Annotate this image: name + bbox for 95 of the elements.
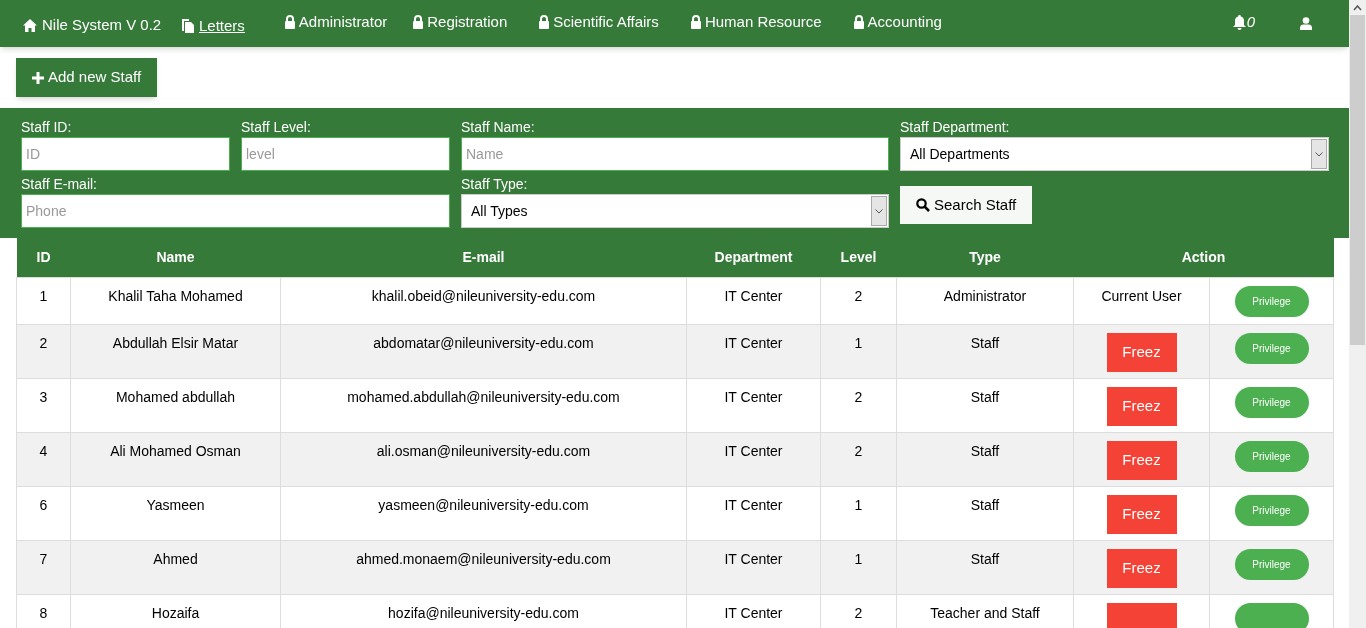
- notifications-link[interactable]: 0: [1231, 11, 1255, 34]
- privilege-button[interactable]: Privilege: [1234, 494, 1309, 526]
- table-cell: Staff: [896, 432, 1074, 486]
- privilege-button[interactable]: Privilege: [1234, 548, 1309, 580]
- nav-link[interactable]: Scientific Affairs: [538, 11, 659, 34]
- scroll-up-icon[interactable]: [1353, 5, 1362, 11]
- table-cell: Staff: [896, 540, 1074, 594]
- table-cell: 3: [16, 378, 71, 432]
- table-cell: 4: [16, 432, 71, 486]
- scrollbar[interactable]: [1349, 0, 1366, 628]
- brand-link[interactable]: Nile System V 0.2: [23, 14, 182, 37]
- table-cell: Ahmed: [70, 540, 281, 594]
- select-field[interactable]: All Departments: [900, 137, 1329, 171]
- input-field[interactable]: Name: [461, 137, 889, 171]
- table-cell: Khalil Taha Mohamed: [70, 277, 281, 324]
- column-header: Type: [896, 238, 1074, 277]
- lock-icon: [538, 15, 551, 30]
- table-cell: IT Center: [686, 324, 821, 378]
- lock-icon: [689, 15, 702, 30]
- freeze-button[interactable]: Freez: [1106, 440, 1177, 480]
- table-cell: khalil.obeid@nileuniversity-edu.com: [280, 277, 687, 324]
- privilege-button[interactable]: Privilege: [1234, 332, 1309, 364]
- privilege-button[interactable]: Privilege: [1234, 386, 1309, 418]
- column-header: Name: [70, 238, 281, 277]
- chevron-down-icon: [875, 208, 883, 214]
- table-cell: 2: [820, 378, 897, 432]
- table-cell: yasmeen@nileuniversity-edu.com: [280, 486, 687, 540]
- nav-link[interactable]: Registration: [412, 11, 508, 34]
- table-cell: IT Center: [686, 486, 821, 540]
- privilege-button[interactable]: Privilege: [1234, 285, 1309, 317]
- privilege-button[interactable]: Privilege: [1234, 440, 1309, 472]
- field-label: Staff Type:: [461, 175, 529, 194]
- table-cell: Mohamed abdullah: [70, 378, 281, 432]
- table-cell: Staff: [896, 486, 1074, 540]
- column-header: Level: [820, 238, 897, 277]
- search-icon: [916, 198, 930, 212]
- table-cell: 1: [820, 324, 897, 378]
- nav-link[interactable]: Human Resource: [689, 11, 822, 34]
- column-header: Department: [686, 238, 821, 277]
- freeze-button[interactable]: Freez: [1106, 332, 1177, 372]
- field-label: Staff ID:: [21, 118, 73, 137]
- table-cell: mohamed.abdullah@nileuniversity-edu.com: [280, 378, 687, 432]
- search-button[interactable]: Search Staff: [900, 186, 1033, 224]
- table-cell: IT Center: [686, 277, 821, 324]
- freeze-button[interactable]: Freez: [1106, 494, 1177, 534]
- freeze-button[interactable]: Freez: [1106, 386, 1177, 426]
- table-cell: abdomatar@nileuniversity-edu.com: [280, 324, 687, 378]
- table-cell: IT Center: [686, 432, 821, 486]
- select-field[interactable]: All Types: [461, 194, 889, 228]
- add-staff-button[interactable]: Add new Staff: [16, 58, 158, 97]
- lock-icon: [412, 15, 425, 30]
- current-user-label: Current User: [1100, 286, 1183, 305]
- input-field[interactable]: Phone: [21, 194, 450, 228]
- nav-link[interactable]: Accounting: [852, 11, 942, 34]
- table-cell: 1: [820, 540, 897, 594]
- bell-icon: [1231, 14, 1247, 30]
- table-cell: 2: [16, 324, 71, 378]
- table-cell: 1: [820, 486, 897, 540]
- column-header: E-mail: [280, 238, 687, 277]
- table-cell: 2: [820, 432, 897, 486]
- table-cell: Administrator: [896, 277, 1074, 324]
- table-cell: 8: [16, 594, 71, 628]
- nav-link[interactable]: Administrator: [283, 11, 388, 34]
- table-cell: ahmed.monaem@nileuniversity-edu.com: [280, 540, 687, 594]
- home-icon: [23, 18, 37, 32]
- column-header: Action: [1073, 238, 1334, 277]
- freeze-button[interactable]: Freez: [1106, 548, 1177, 588]
- column-header: ID: [16, 238, 71, 277]
- user-icon[interactable]: [1300, 17, 1312, 30]
- table-cell: Staff: [896, 378, 1074, 432]
- scroll-thumb[interactable]: [1350, 15, 1365, 345]
- table-cell: IT Center: [686, 378, 821, 432]
- nav-link[interactable]: Letters: [182, 15, 245, 38]
- field-label: Staff E-mail:: [21, 175, 98, 194]
- table-cell: 7: [16, 540, 71, 594]
- field-label: Staff Department:: [900, 118, 1011, 137]
- privilege-button[interactable]: [1234, 602, 1309, 628]
- table-cell: Ali Mohamed Osman: [70, 432, 281, 486]
- input-field[interactable]: level: [241, 137, 450, 171]
- table-cell: Yasmeen: [70, 486, 281, 540]
- plus-icon: [32, 71, 44, 84]
- table-cell: ali.osman@nileuniversity-edu.com: [280, 432, 687, 486]
- input-field[interactable]: ID: [21, 137, 230, 171]
- table-cell: Staff: [896, 324, 1074, 378]
- table-cell: IT Center: [686, 540, 821, 594]
- document-icon: [182, 19, 196, 34]
- field-label: Staff Level:: [241, 118, 312, 137]
- field-label: Staff Name:: [461, 118, 536, 137]
- lock-icon: [852, 15, 865, 30]
- table-cell: 6: [16, 486, 71, 540]
- lock-icon: [283, 15, 296, 30]
- table-cell: 1: [16, 277, 71, 324]
- table-cell: Abdullah Elsir Matar: [70, 324, 281, 378]
- chevron-down-icon: [1315, 151, 1323, 157]
- table-cell: 2: [820, 277, 897, 324]
